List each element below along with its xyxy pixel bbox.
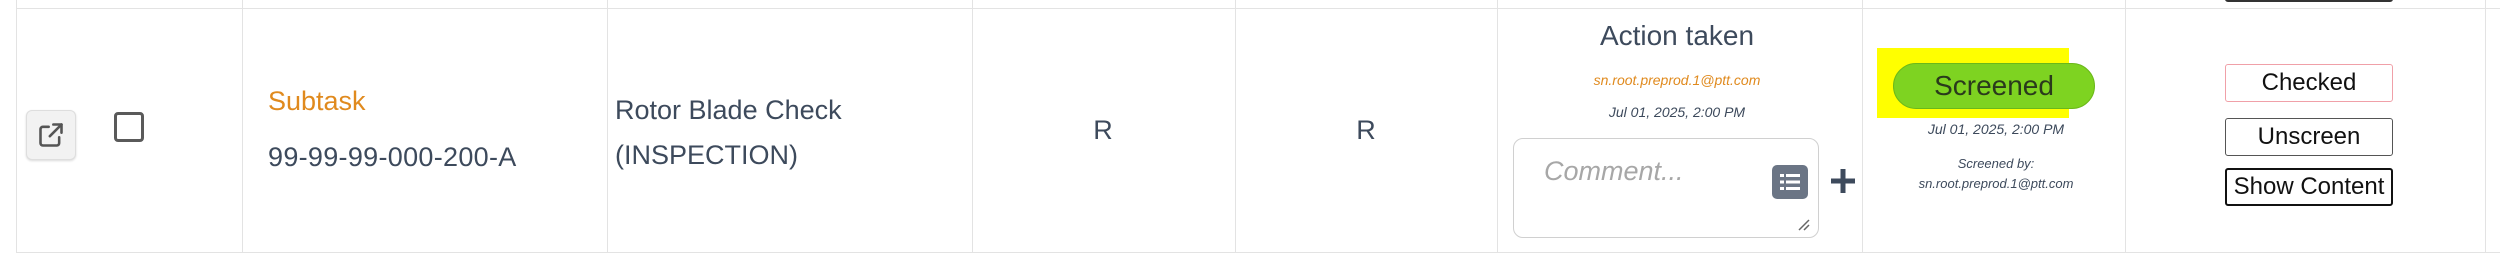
- subtask-id: 99-99-99-000-200-A: [268, 142, 517, 172]
- checked-button[interactable]: Checked: [2225, 64, 2393, 102]
- column-divider: [607, 0, 608, 252]
- column-divider: [1235, 0, 1236, 252]
- column-divider: [972, 0, 973, 252]
- external-link-icon: [39, 123, 63, 147]
- resize-handle-icon[interactable]: [1796, 217, 1810, 231]
- task-description-line2: (INSPECTION): [615, 140, 799, 170]
- action-taken-title: Action taken: [1599, 20, 1755, 51]
- plus-icon: [1831, 169, 1855, 193]
- r-column-value-1: R: [1093, 115, 1113, 145]
- column-divider: [2485, 0, 2486, 252]
- row-bottom-border: [16, 252, 2500, 253]
- action-user: sn.root.preprod.1@ptt.com: [1593, 72, 1761, 88]
- screened-date: Jul 01, 2025, 2:00 PM: [1927, 121, 2065, 137]
- list-icon[interactable]: [1772, 165, 1808, 199]
- open-subtask-button[interactable]: [26, 110, 76, 160]
- column-divider: [1862, 0, 1863, 252]
- r-column-value-2: R: [1356, 115, 1376, 145]
- task-description-line1: Rotor Blade Check: [615, 95, 842, 125]
- row-top-border: [16, 8, 2500, 9]
- list-glyph: [1780, 174, 1800, 190]
- screened-status-badge: Screened: [1893, 63, 2095, 109]
- subtask-row: Subtask 99-99-99-000-200-A Rotor Blade C…: [0, 0, 2500, 262]
- subtask-type-label: Subtask: [268, 86, 366, 116]
- action-date: Jul 01, 2025, 2:00 PM: [1608, 104, 1746, 120]
- add-comment-button[interactable]: [1826, 164, 1860, 198]
- show-content-button[interactable]: Show Content: [2225, 168, 2393, 206]
- column-divider: [16, 0, 17, 252]
- previous-row-button-edge: [2225, 0, 2393, 2]
- row-select-checkbox[interactable]: [114, 112, 144, 142]
- comment-box: [1513, 138, 1819, 238]
- screened-by-user: sn.root.preprod.1@ptt.com: [1918, 176, 2074, 191]
- unscreen-button[interactable]: Unscreen: [2225, 118, 2393, 156]
- task-description: Rotor Blade Check (INSPECTION): [615, 88, 955, 178]
- screened-by-label: Screened by:: [1957, 156, 2035, 171]
- comment-input[interactable]: [1542, 153, 1776, 189]
- column-divider: [242, 0, 243, 252]
